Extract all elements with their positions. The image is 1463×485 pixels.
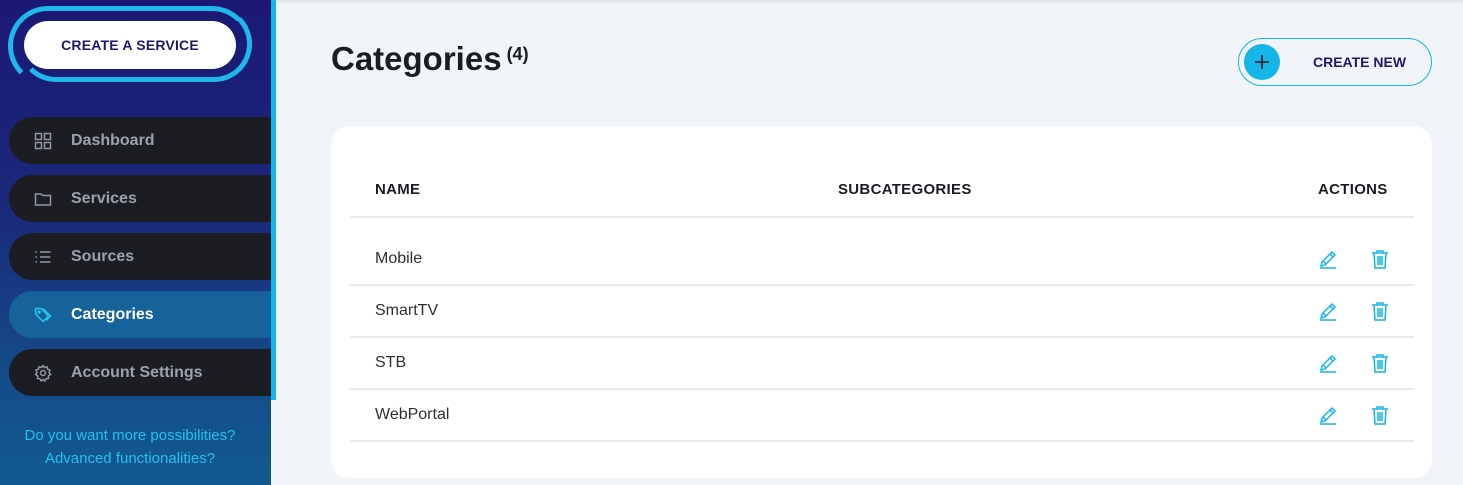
- category-name: WebPortal: [375, 406, 450, 423]
- sidebar-item-services[interactable]: Services: [9, 175, 271, 222]
- page-title: Categories (4): [331, 40, 529, 78]
- grid-icon: [34, 132, 52, 150]
- column-header-name: NAME: [375, 181, 421, 198]
- sidebar-item-label: Services: [71, 189, 137, 207]
- sidebar-item-categories[interactable]: Categories: [9, 291, 271, 338]
- category-count: (4): [506, 44, 529, 64]
- row-divider: [349, 284, 1414, 286]
- trash-icon[interactable]: [1369, 248, 1391, 270]
- tag-icon: [34, 306, 52, 324]
- trash-icon[interactable]: [1369, 404, 1391, 426]
- row-divider: [349, 388, 1414, 390]
- sidebar: CREATE A SERVICE Dashboard Services Sour…: [0, 0, 271, 485]
- row-divider: [349, 336, 1414, 338]
- category-name: Mobile: [375, 250, 423, 267]
- page-title-text: Categories: [331, 40, 502, 77]
- row-divider: [349, 440, 1414, 442]
- pencil-icon[interactable]: [1317, 300, 1339, 322]
- list-icon: [34, 248, 52, 266]
- trash-icon[interactable]: [1369, 300, 1391, 322]
- sidebar-scrollbar[interactable]: [271, 0, 276, 400]
- top-shadow: [277, 0, 1463, 4]
- sidebar-item-label: Sources: [71, 247, 135, 265]
- sidebar-item-label: Dashboard: [71, 131, 155, 149]
- create-service-button[interactable]: CREATE A SERVICE: [24, 21, 236, 69]
- categories-table: NAME SUBCATEGORIES ACTIONS Mobile SmartT…: [331, 126, 1432, 478]
- sidebar-item-label: Categories: [71, 305, 154, 323]
- pencil-icon[interactable]: [1317, 248, 1339, 270]
- header-divider: [349, 216, 1414, 218]
- sidebar-item-dashboard[interactable]: Dashboard: [9, 117, 271, 164]
- gear-icon: [34, 363, 52, 382]
- plus-icon: [1244, 44, 1280, 80]
- promo-line: Advanced functionalities?: [44, 450, 216, 467]
- sidebar-item-account-settings[interactable]: Account Settings: [9, 349, 271, 396]
- category-name: STB: [375, 354, 407, 371]
- pencil-icon[interactable]: [1317, 352, 1339, 374]
- trash-icon[interactable]: [1369, 352, 1391, 374]
- column-header-subcategories: SUBCATEGORIES: [838, 181, 972, 198]
- upgrade-promo-link[interactable]: Do you want more possibilities? Advanced…: [0, 424, 260, 470]
- sidebar-item-sources[interactable]: Sources: [9, 233, 271, 280]
- pencil-icon[interactable]: [1317, 404, 1339, 426]
- create-new-label: CREATE NEW: [1313, 54, 1407, 70]
- promo-line: Do you want more possibilities?: [24, 427, 236, 444]
- create-new-button[interactable]: CREATE NEW: [1238, 38, 1432, 86]
- sidebar-item-label: Account Settings: [71, 363, 203, 381]
- column-header-actions: ACTIONS: [1318, 181, 1388, 198]
- folder-icon: [34, 190, 52, 208]
- category-name: SmartTV: [375, 302, 439, 319]
